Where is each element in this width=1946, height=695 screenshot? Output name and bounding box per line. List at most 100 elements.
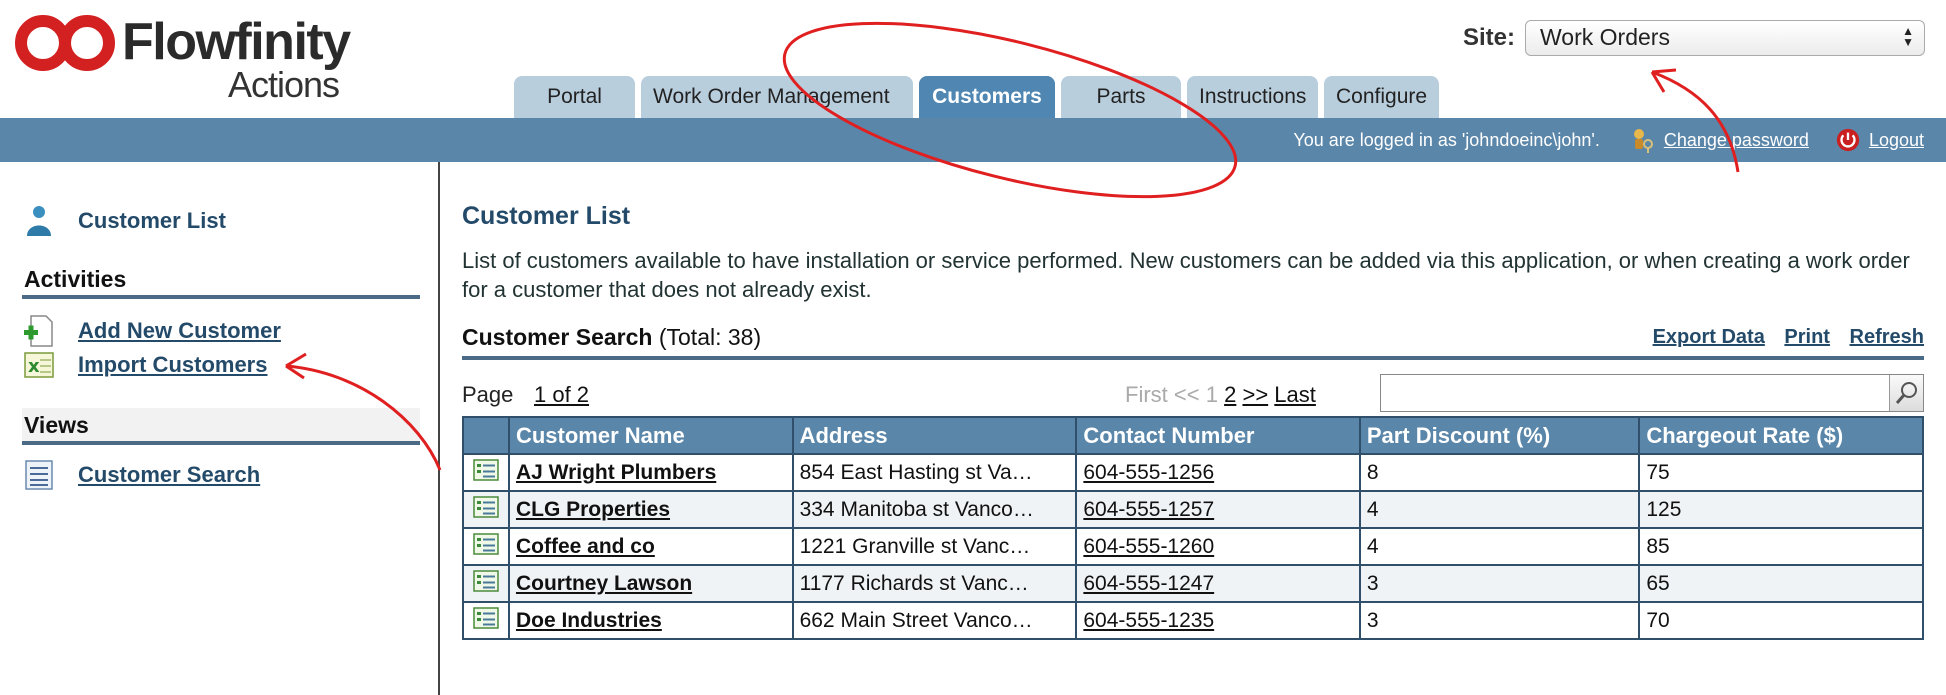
sidebar-item-customer-list[interactable]: Customer List bbox=[22, 204, 226, 238]
page-indicator[interactable]: 1 of 2 bbox=[534, 382, 589, 408]
pager: Page 1 of 2 First << 1 2 >> Last bbox=[462, 370, 1924, 412]
views-heading: Views bbox=[22, 408, 420, 445]
row-open-cell[interactable] bbox=[462, 527, 510, 566]
customer-name-cell: Doe Industries bbox=[507, 601, 794, 640]
record-icon bbox=[473, 532, 499, 555]
address-cell: 1221 Granville st Vanc… bbox=[791, 527, 1078, 566]
contact-number-link[interactable]: 604-555-1260 bbox=[1083, 535, 1214, 558]
customer-name-cell: Coffee and co bbox=[507, 527, 794, 566]
tab-portal[interactable]: Portal bbox=[514, 76, 635, 118]
site-selector: Site: Work Orders ▲ ▼ bbox=[1463, 20, 1926, 56]
user-bar: You are logged in as 'johndoeinc\john'. … bbox=[0, 118, 1946, 162]
power-icon bbox=[1836, 128, 1860, 152]
part-discount-cell: 4 bbox=[1358, 527, 1641, 566]
select-arrows-icon: ▲ ▼ bbox=[1902, 24, 1915, 49]
logged-in-text: You are logged in as 'johndoeinc\john'. bbox=[1293, 129, 1600, 150]
row-open-cell[interactable] bbox=[462, 601, 510, 640]
header-customer-name[interactable]: Customer Name bbox=[507, 416, 794, 455]
contact-number-cell: 604-555-1256 bbox=[1075, 453, 1361, 492]
svg-text:x: x bbox=[28, 356, 40, 377]
header-chargeout-rate[interactable]: Chargeout Rate ($) bbox=[1638, 416, 1924, 455]
spreadsheet-import-icon: x bbox=[24, 352, 54, 378]
customer-name-link[interactable]: Doe Industries bbox=[516, 609, 662, 632]
customer-name-cell: CLG Properties bbox=[507, 490, 794, 529]
search-button[interactable] bbox=[1889, 375, 1923, 411]
tab-work-order-management[interactable]: Work Order Management bbox=[641, 76, 913, 118]
table-row[interactable]: Courtney Lawson 1177 Richards st Vanc… 6… bbox=[462, 564, 1924, 603]
page-2-link[interactable]: 2 bbox=[1224, 382, 1236, 407]
annotation-arrowhead-site bbox=[1650, 68, 1677, 93]
chargeout-rate-cell: 70 bbox=[1638, 601, 1924, 640]
sidebar-item-add-new-customer[interactable]: Add New Customer bbox=[22, 314, 281, 348]
contact-number-link[interactable]: 604-555-1257 bbox=[1083, 498, 1214, 521]
export-data-link[interactable]: Export Data bbox=[1653, 326, 1765, 348]
page-1-current: 1 bbox=[1205, 382, 1218, 407]
customer-name-link[interactable]: CLG Properties bbox=[516, 498, 670, 521]
site-select-value: Work Orders bbox=[1540, 24, 1670, 50]
chargeout-rate-cell: 85 bbox=[1638, 527, 1924, 566]
row-open-cell[interactable] bbox=[462, 490, 510, 529]
page-label: Page bbox=[462, 382, 514, 407]
import-customers-link[interactable]: Import Customers bbox=[78, 352, 267, 378]
record-icon bbox=[473, 569, 499, 592]
contact-number-link[interactable]: 604-555-1256 bbox=[1083, 461, 1214, 484]
tab-parts[interactable]: Parts bbox=[1061, 76, 1181, 118]
add-document-icon bbox=[24, 315, 53, 347]
sidebar-item-import-customers[interactable]: x Import Customers bbox=[22, 348, 267, 382]
customer-search-header: Customer Search (Total: 38) Export Data … bbox=[462, 320, 1924, 360]
part-discount-cell: 4 bbox=[1358, 490, 1641, 529]
change-password-link[interactable]: Change password bbox=[1664, 130, 1809, 151]
logout-link[interactable]: Logout bbox=[1869, 130, 1924, 151]
page-navigation: First << 1 2 >> Last bbox=[1125, 382, 1316, 408]
contact-number-link[interactable]: 604-555-1247 bbox=[1083, 572, 1214, 595]
logo-subtitle: Actions bbox=[228, 64, 340, 105]
key-user-icon bbox=[1633, 129, 1653, 153]
address-cell: 854 East Hasting st Va… bbox=[791, 453, 1078, 492]
customer-search-link[interactable]: Customer Search bbox=[78, 462, 260, 488]
main-tabs: Portal Work Order Management Customers P… bbox=[514, 76, 1445, 118]
header-contact-number[interactable]: Contact Number bbox=[1075, 416, 1361, 455]
part-discount-cell: 3 bbox=[1358, 601, 1641, 640]
prev-page-link: << bbox=[1173, 382, 1200, 407]
row-open-cell[interactable] bbox=[462, 453, 510, 492]
chargeout-rate-cell: 125 bbox=[1638, 490, 1924, 529]
activities-heading: Activities bbox=[22, 262, 420, 299]
contact-number-link[interactable]: 604-555-1235 bbox=[1083, 609, 1214, 632]
address-cell: 662 Main Street Vanco… bbox=[791, 601, 1078, 640]
customer-name-cell: AJ Wright Plumbers bbox=[507, 453, 794, 492]
sidebar-item-customer-search[interactable]: Customer Search bbox=[22, 458, 260, 492]
contact-number-cell: 604-555-1235 bbox=[1075, 601, 1361, 640]
customer-name-link[interactable]: Coffee and co bbox=[516, 535, 655, 558]
customer-name-link[interactable]: Courtney Lawson bbox=[516, 572, 692, 595]
tab-customers[interactable]: Customers bbox=[919, 76, 1055, 118]
header-part-discount[interactable]: Part Discount (%) bbox=[1358, 416, 1641, 455]
search-input[interactable] bbox=[1380, 374, 1924, 412]
site-select[interactable]: Work Orders ▲ ▼ bbox=[1525, 20, 1926, 56]
next-page-link[interactable]: >> bbox=[1242, 382, 1268, 407]
row-open-cell[interactable] bbox=[462, 564, 510, 603]
table-row[interactable]: CLG Properties 334 Manitoba st Vanco… 60… bbox=[462, 490, 1924, 529]
customer-name-link[interactable]: AJ Wright Plumbers bbox=[516, 461, 716, 484]
tab-configure[interactable]: Configure bbox=[1324, 76, 1439, 118]
part-discount-cell: 3 bbox=[1358, 564, 1641, 603]
table-row[interactable]: Coffee and co 1221 Granville st Vanc… 60… bbox=[462, 527, 1924, 566]
table-row[interactable]: Doe Industries 662 Main Street Vanco… 60… bbox=[462, 601, 1924, 640]
list-view-icon bbox=[25, 460, 53, 490]
tab-instructions[interactable]: Instructions bbox=[1187, 76, 1318, 118]
customer-person-icon bbox=[27, 206, 51, 236]
search-icon bbox=[1895, 382, 1917, 404]
search-title: Customer Search (Total: 38) bbox=[462, 324, 761, 351]
sidebar-label-customer-list: Customer List bbox=[78, 208, 226, 233]
add-new-customer-link[interactable]: Add New Customer bbox=[78, 318, 281, 344]
table-actions: Export Data Print Refresh bbox=[1639, 326, 1924, 349]
header-address[interactable]: Address bbox=[791, 416, 1078, 455]
logo-brand-name: Flowfinity bbox=[122, 13, 351, 71]
last-page-link[interactable]: Last bbox=[1274, 382, 1316, 407]
first-page-link: First bbox=[1125, 382, 1168, 407]
table-row[interactable]: AJ Wright Plumbers 854 East Hasting st V… bbox=[462, 453, 1924, 492]
part-discount-cell: 8 bbox=[1358, 453, 1641, 492]
print-link[interactable]: Print bbox=[1784, 326, 1830, 348]
contact-number-cell: 604-555-1257 bbox=[1075, 490, 1361, 529]
refresh-link[interactable]: Refresh bbox=[1850, 326, 1924, 348]
flowfinity-logo: Flowfinity Actions bbox=[14, 12, 351, 105]
